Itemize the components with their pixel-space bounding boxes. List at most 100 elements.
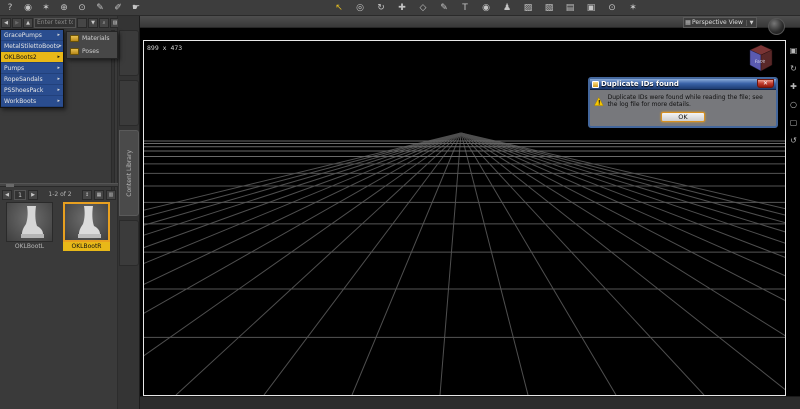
text-tool-icon[interactable]: T (459, 1, 471, 14)
submenu-arrow-icon: ▸ (59, 43, 62, 49)
folder-icon (70, 48, 79, 55)
menu-item-label: GracePumps (4, 31, 42, 39)
camera-tool-icon[interactable]: ⊙ (606, 1, 618, 14)
view-selector-dropdown[interactable]: ▦ Perspective View ▼ (683, 17, 757, 28)
clock-icon[interactable]: ⊙ (76, 1, 88, 14)
up-button[interactable]: ▲ (23, 17, 33, 28)
viewport-dimensions-label: 899 x 473 (147, 44, 183, 52)
spray-icon[interactable]: ✎ (94, 1, 106, 14)
menu-item-label: Pumps (4, 64, 25, 72)
pointer-icon[interactable]: ☛ (130, 1, 142, 14)
submenu-item-materials[interactable]: Materials (67, 32, 117, 45)
boot-thumbnail-image (63, 202, 110, 242)
search-input[interactable] (34, 17, 76, 28)
asset-thumbnail-okbootr[interactable]: OKLBootR (63, 202, 110, 251)
viewport-nav-tools: ▣ ↻ ✚ ○ ▢ ↺ (787, 44, 800, 147)
content-library-panel: ◀ ▶ ▲ ▼ ⌕ ▨ ◀ 1 ▶ 1-2 of 2 ↕ ▦ ▥ (0, 16, 120, 409)
boot-thumbnail-image (6, 202, 53, 242)
asset-thumbnail-okbootl[interactable]: OKLBootL (6, 202, 53, 251)
frame-nav-icon[interactable]: ▢ (788, 116, 800, 129)
submenu-item-label: Poses (82, 48, 100, 55)
scale-tool-icon[interactable]: ◇ (417, 1, 429, 14)
chevron-down-icon: ▼ (746, 19, 756, 26)
wand-icon[interactable]: ✶ (40, 1, 52, 14)
orbit-tool-icon[interactable]: ◎ (354, 1, 366, 14)
side-tab-1[interactable] (119, 30, 139, 76)
view-cube[interactable]: Face (744, 42, 778, 78)
spin-nav-icon[interactable]: ↺ (788, 134, 800, 147)
menu-item-metalstilettoboots[interactable]: MetalStilettoBoots ▸ (1, 41, 63, 52)
side-tab-4[interactable] (119, 220, 139, 266)
view-cube-face-label: Face (755, 58, 766, 65)
next-page-button[interactable]: ▶ (28, 189, 38, 200)
dialog-title-bar[interactable]: Duplicate IDs found ✕ (590, 78, 776, 90)
dialog-body: ! Duplicate IDs were found while reading… (590, 90, 776, 126)
menu-item-gracepumps[interactable]: GracePumps ▸ (1, 30, 63, 41)
orbit-nav-icon[interactable]: ↻ (788, 62, 800, 75)
view-icon: ▦ (685, 19, 691, 26)
side-tab-content-library[interactable]: Content Library (119, 130, 139, 216)
side-tab-strip: Content Library (118, 16, 140, 409)
panel-divider-handle[interactable] (0, 183, 118, 187)
top-toolbar: ? ◉ ✶ ⊕ ⊙ ✎ ✐ ☛ ↖ ◎ ↻ ✚ ◇ ✎ T ◉ ♟ ▨ ▧ ▤ … (0, 0, 800, 16)
menu-item-pumps[interactable]: Pumps ▸ (1, 63, 63, 74)
orbit-sphere-control[interactable] (768, 18, 785, 35)
submenu-arrow-icon: ▸ (57, 32, 60, 38)
rotate-tool-icon[interactable]: ↻ (375, 1, 387, 14)
light-tool-icon[interactable]: ✶ (627, 1, 639, 14)
filter-button[interactable] (77, 17, 87, 28)
back-button[interactable]: ◀ (1, 17, 11, 28)
folder-icon (70, 35, 79, 42)
submenu-item-poses[interactable]: Poses (67, 45, 117, 58)
style-tool-icon[interactable]: ✎ (438, 1, 450, 14)
figure-tool-icon[interactable]: ♟ (501, 1, 513, 14)
dialog-app-icon (592, 80, 599, 88)
thumbnail-label: OKLBootL (14, 243, 45, 250)
close-icon[interactable]: ✕ (757, 78, 774, 88)
node-tool-icon[interactable]: ◉ (480, 1, 492, 14)
select-tool-icon[interactable]: ↖ (333, 1, 345, 14)
menu-item-label: MetalStilettoBoots (4, 42, 60, 50)
dialog-message: Duplicate IDs were found while reading t… (607, 94, 763, 108)
viewport-3d[interactable]: ▦ Perspective View ▼ 899 x 473 Face ▣ ↻ … (140, 16, 800, 396)
prev-page-button[interactable]: ◀ (2, 189, 12, 200)
ok-button[interactable]: OK (661, 112, 705, 122)
viewport-bottom-bar (140, 396, 800, 409)
menu-item-label: RopeSandals (4, 75, 43, 83)
zoom-nav-icon[interactable]: ○ (788, 98, 800, 111)
translate-tool-icon[interactable]: ✚ (396, 1, 408, 14)
forward-button[interactable]: ▶ (12, 17, 22, 28)
pagination-bar: ◀ 1 ▶ 1-2 of 2 ↕ ▦ ▥ (0, 188, 118, 201)
brush-icon[interactable]: ✐ (112, 1, 124, 14)
help-icon[interactable]: ? (4, 1, 16, 14)
uv-tool-icon[interactable]: ▤ (564, 1, 576, 14)
grid-view-button[interactable]: ▦ (94, 189, 104, 200)
render-tool-icon[interactable]: ▣ (585, 1, 597, 14)
warning-icon: ! (594, 96, 604, 106)
submenu-item-label: Materials (82, 35, 110, 42)
asset-thumbnails: OKLBootL OKLBootR (6, 202, 110, 251)
thumbnail-label: OKLBootR (63, 242, 110, 251)
pan-nav-icon[interactable]: ✚ (788, 80, 800, 93)
menu-item-workboots[interactable]: WorkBoots ▸ (1, 96, 63, 107)
menu-item-oklboots2[interactable]: OKLBoots2 ▸ (1, 52, 63, 63)
search-icon[interactable]: ⌕ (99, 17, 109, 28)
dialog-title: Duplicate IDs found (601, 80, 679, 88)
surface-tool-icon[interactable]: ▨ (522, 1, 534, 14)
cube-nav-icon[interactable]: ▣ (788, 44, 800, 57)
filter-dropdown-icon[interactable]: ▼ (88, 17, 98, 28)
info-icon[interactable]: ⊕ (58, 1, 70, 14)
camera-icon[interactable]: ◉ (22, 1, 34, 14)
search-bar: ◀ ▶ ▲ ▼ ⌕ ▨ (0, 16, 120, 29)
duplicate-ids-dialog: Duplicate IDs found ✕ ! Duplicate IDs we… (588, 77, 778, 128)
list-view-button[interactable]: ▥ (106, 189, 116, 200)
page-number-field[interactable]: 1 (14, 189, 26, 200)
submenu-arrow-icon: ▸ (57, 87, 60, 93)
menu-item-psshoespack[interactable]: PSShoesPack ▸ (1, 85, 63, 96)
sort-button[interactable]: ↕ (82, 189, 92, 200)
main-toolbar: ↖ ◎ ↻ ✚ ◇ ✎ T ◉ ♟ ▨ ▧ ▤ ▣ ⊙ ✶ (333, 1, 639, 14)
shader-tool-icon[interactable]: ▧ (543, 1, 555, 14)
side-tab-2[interactable] (119, 80, 139, 126)
menu-item-ropesandals[interactable]: RopeSandals ▸ (1, 74, 63, 85)
menu-item-label: PSShoesPack (4, 86, 44, 94)
